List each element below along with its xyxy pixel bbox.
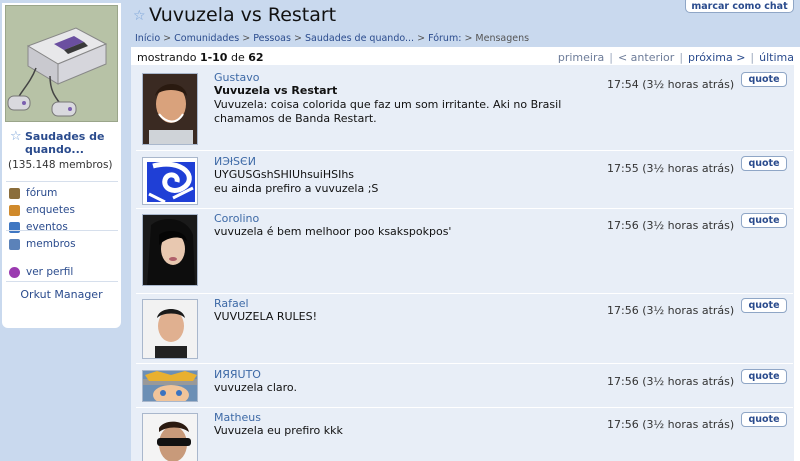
message-body: VUVUZELA RULES! xyxy=(214,310,318,323)
sidebar-item-label[interactable]: membros xyxy=(26,238,76,250)
sidebar-item-label[interactable]: fórum xyxy=(26,187,57,199)
star-icon[interactable]: ☆ xyxy=(133,8,146,24)
divider xyxy=(6,181,118,182)
sidebar-item-forum[interactable]: fórum xyxy=(9,187,109,203)
members-icon xyxy=(9,239,20,250)
profile-icon xyxy=(9,267,20,278)
avatar[interactable] xyxy=(142,413,198,461)
divider xyxy=(6,230,118,231)
divider xyxy=(136,208,793,209)
sidebar-item-events[interactable]: eventos xyxy=(9,221,109,237)
sidebar-item-members[interactable]: membros xyxy=(9,238,109,254)
quote-button[interactable]: quote xyxy=(741,213,787,228)
divider xyxy=(136,293,793,294)
quote-button[interactable]: quote xyxy=(741,156,787,171)
breadcrumb-messages: Mensagens xyxy=(475,33,530,44)
pager-next[interactable]: próxima > xyxy=(688,51,745,64)
message-text: Vuvuzela: coisa colorida que faz um som … xyxy=(214,98,562,125)
avatar[interactable] xyxy=(142,214,198,286)
star-icon[interactable]: ☆ xyxy=(10,129,22,144)
message-time: 17:54 (3½ horas atrás) xyxy=(607,78,735,91)
message-author[interactable]: ИЯЯUTO xyxy=(214,368,261,381)
messages-panel: mostrando 1-10 de 62 primeira | < anterior… xyxy=(131,47,800,461)
breadcrumb: Início > Comunidades > Pessoas > Saudade… xyxy=(135,33,530,44)
message-body: vuvuzela é bem melhoor poo ksakspokpos' xyxy=(214,225,452,238)
mark-as-chat-button[interactable]: marcar como chat xyxy=(685,0,794,13)
sidebar-item-view-profile[interactable]: ver perfil xyxy=(9,266,109,282)
scrollbar[interactable] xyxy=(794,47,800,461)
divider xyxy=(136,407,793,408)
breadcrumb-communities[interactable]: Comunidades xyxy=(174,33,239,44)
avatar[interactable] xyxy=(142,157,198,205)
pager-first[interactable]: primeira xyxy=(558,51,604,64)
console-illustration xyxy=(6,6,117,121)
avatar[interactable] xyxy=(142,73,198,145)
breadcrumb-forum[interactable]: Fórum: xyxy=(428,33,461,44)
breadcrumb-home[interactable]: Início xyxy=(135,33,160,44)
divider xyxy=(136,363,793,364)
calendar-icon xyxy=(9,222,20,233)
message-subject: Vuvuzela vs Restart xyxy=(214,84,338,97)
quote-button[interactable]: quote xyxy=(741,72,787,87)
message-item: Gustavo Vuvuzela vs Restart Vuvuzela: co… xyxy=(136,70,793,148)
message-body: Vuvuzela eu prefiro kkk xyxy=(214,424,343,437)
message-body: Vuvuzela vs Restart Vuvuzela: coisa colo… xyxy=(214,84,574,126)
message-author[interactable]: Rafael xyxy=(214,297,249,310)
message-author[interactable]: Matheus xyxy=(214,411,261,424)
divider xyxy=(6,281,118,282)
sidebar-item-label[interactable]: ver perfil xyxy=(26,266,73,278)
message-time: 17:56 (3½ horas atrás) xyxy=(607,219,735,232)
sidebar-item-polls[interactable]: enquetes xyxy=(9,204,109,220)
pager: primeira | < anterior | próxima > | última xyxy=(557,51,794,64)
community-image[interactable] xyxy=(5,5,118,122)
message-body: vuvuzela claro. xyxy=(214,381,297,394)
showing-range: mostrando 1-10 de 62 xyxy=(137,51,264,64)
message-time: 17:56 (3½ horas atrás) xyxy=(607,304,735,317)
forum-icon xyxy=(9,188,20,199)
breadcrumb-people[interactable]: Pessoas xyxy=(253,33,291,44)
message-item: ИЯЯUTO vuvuzela claro. 17:56 (3½ horas a… xyxy=(136,367,793,407)
page-title: Vuvuzela vs Restart xyxy=(149,4,337,26)
message-item: ИЭłЅЄИ UYGUSGshSHIUhsuiHSIhs eu ainda pr… xyxy=(136,154,793,206)
orkut-manager-link[interactable]: Orkut Manager xyxy=(2,288,121,301)
pager-last[interactable]: última xyxy=(759,51,794,64)
message-item: Matheus Vuvuzela eu prefiro kkk 17:56 (3… xyxy=(136,410,793,461)
poll-icon xyxy=(9,205,20,216)
avatar[interactable] xyxy=(142,299,198,359)
divider xyxy=(136,150,793,151)
quote-button[interactable]: quote xyxy=(741,369,787,384)
quote-button[interactable]: quote xyxy=(741,298,787,313)
community-name-label[interactable]: Saudades de quando... xyxy=(25,130,118,156)
message-author[interactable]: Corolino xyxy=(214,212,259,225)
members-count: (135.148 membros) xyxy=(8,159,113,171)
pager-previous[interactable]: < anterior xyxy=(618,51,674,64)
sidebar-item-label[interactable]: eventos xyxy=(26,221,68,233)
message-item: Corolino vuvuzela é bem melhoor poo ksak… xyxy=(136,211,793,291)
message-time: 17:55 (3½ horas atrás) xyxy=(607,162,735,175)
paging-bar: mostrando 1-10 de 62 primeira | < anterior… xyxy=(131,47,800,65)
avatar[interactable] xyxy=(142,370,198,402)
message-item: Rafael VUVUZELA RULES! 17:56 (3½ horas a… xyxy=(136,296,793,359)
message-body: UYGUSGshSHIUhsuiHSIhs eu ainda prefiro a… xyxy=(214,168,379,195)
message-author[interactable]: Gustavo xyxy=(214,71,260,84)
breadcrumb-community[interactable]: Saudades de quando... xyxy=(305,33,414,44)
community-sidebar: ☆ Saudades de quando... (135.148 membros… xyxy=(2,3,121,328)
message-author[interactable]: ИЭłЅЄИ xyxy=(214,155,256,168)
sidebar-item-label[interactable]: enquetes xyxy=(26,204,75,216)
message-time: 17:56 (3½ horas atrás) xyxy=(607,418,735,431)
quote-button[interactable]: quote xyxy=(741,412,787,427)
message-time: 17:56 (3½ horas atrás) xyxy=(607,375,735,388)
